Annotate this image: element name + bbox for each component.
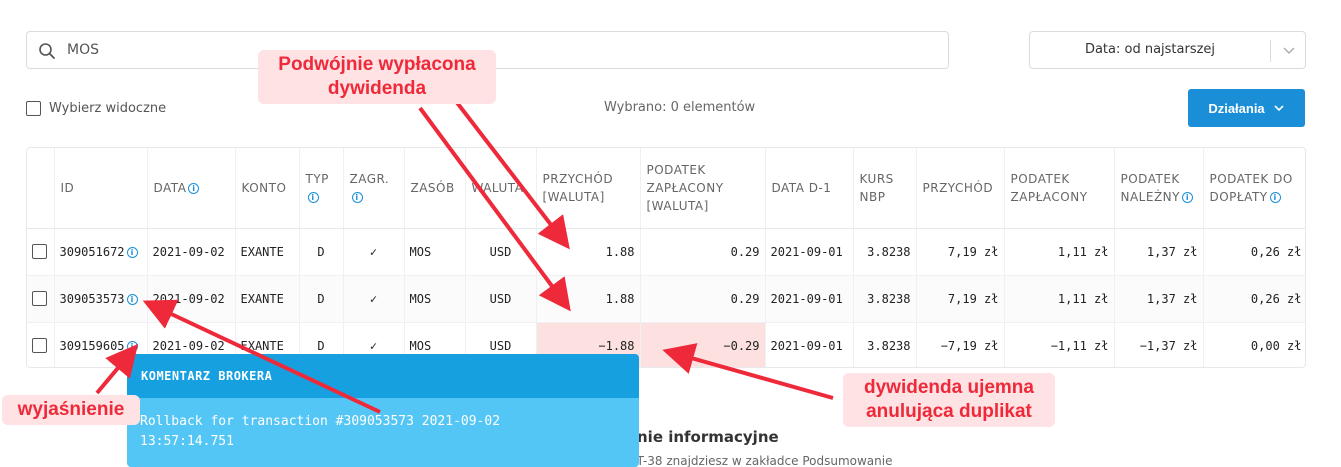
annotation-explanation: wyjaśnienie xyxy=(2,395,140,425)
annotation-negative-dividend: dywidenda ujemna anulująca duplikat xyxy=(843,373,1055,427)
arrow-to-row2-info xyxy=(142,299,381,414)
annotation-double-line-1: Podwójnie wypłacona xyxy=(278,54,476,75)
annotation-double-line-2: dywidenda xyxy=(327,78,427,99)
annotation-double-dividend: Podwójnie wypłacona dywidenda xyxy=(258,50,496,104)
arrow-to-row3-info xyxy=(95,343,139,395)
annotation-explanation-text: wyjaśnienie xyxy=(17,399,125,420)
arrow-to-negative-row xyxy=(662,343,834,400)
annotation-negative-line-2: anulująca duplikat xyxy=(866,401,1032,422)
annotation-negative-line-1: dywidenda ujemna xyxy=(864,377,1034,398)
arrow-to-row1-przychod xyxy=(453,98,570,250)
arrow-to-row2-przychod xyxy=(418,106,571,312)
annotation-arrows xyxy=(95,98,834,414)
